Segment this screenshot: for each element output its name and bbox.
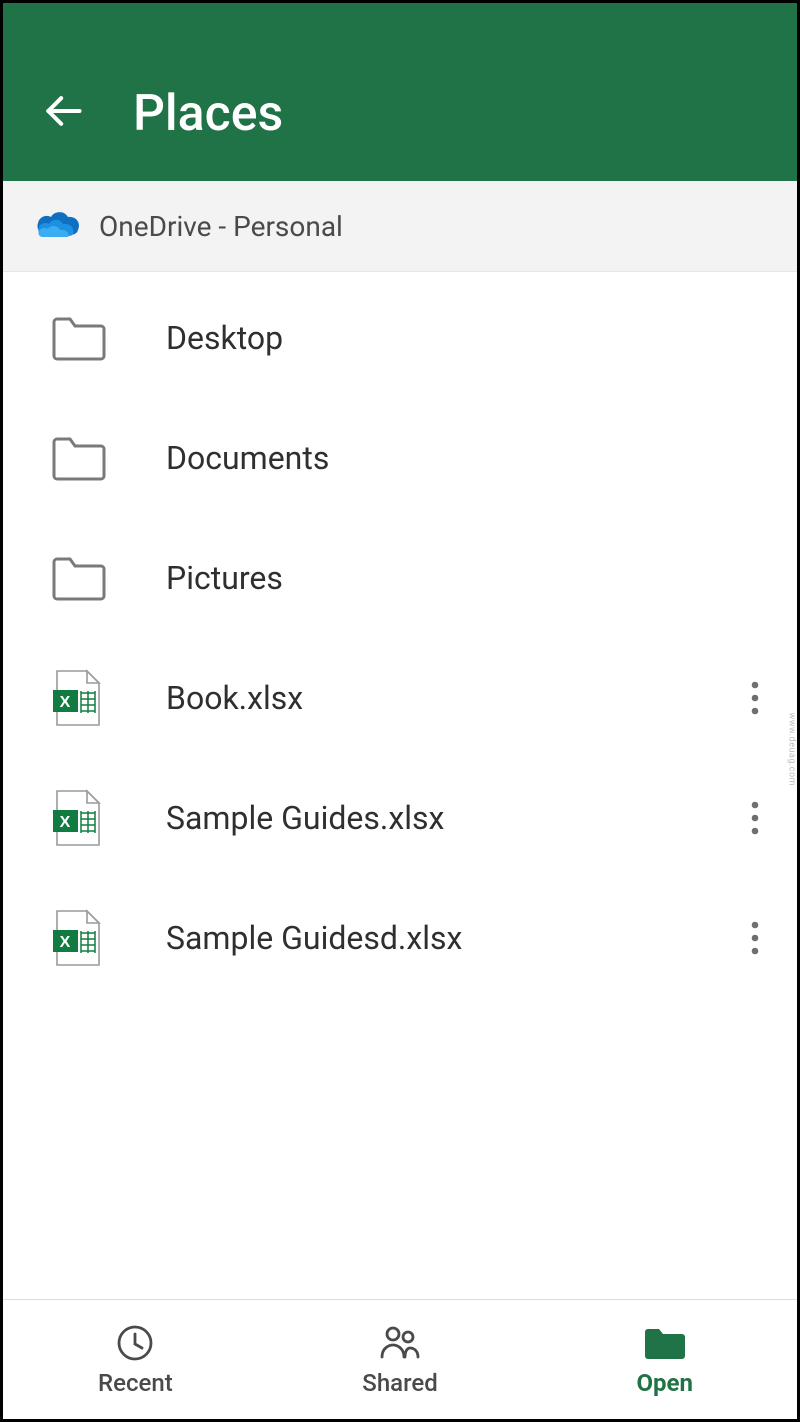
tab-label: Open	[636, 1369, 692, 1397]
file-list: Desktop Documents Pictures X	[3, 272, 797, 1299]
item-label: Sample Guidesd.xlsx	[166, 919, 713, 957]
more-options-button[interactable]	[713, 801, 797, 835]
tab-shared[interactable]: Shared	[268, 1300, 533, 1419]
tab-recent[interactable]: Recent	[3, 1300, 268, 1419]
tab-open[interactable]: Open	[532, 1300, 797, 1419]
item-label: Book.xlsx	[166, 679, 713, 717]
clock-icon	[115, 1323, 155, 1363]
excel-file-icon: X	[51, 909, 166, 967]
excel-file-icon: X	[51, 789, 166, 847]
svg-text:X: X	[60, 934, 71, 951]
folder-icon	[51, 555, 166, 601]
item-label: Documents	[166, 439, 797, 477]
list-item[interactable]: Desktop	[3, 278, 797, 398]
more-options-button[interactable]	[713, 681, 797, 715]
excel-file-icon: X	[51, 669, 166, 727]
list-item[interactable]: X Sample Guidesd.xlsx	[3, 878, 797, 998]
more-vertical-icon	[751, 921, 759, 955]
app-header: Places	[3, 3, 797, 181]
list-item[interactable]: X Book.xlsx	[3, 638, 797, 758]
list-item[interactable]: Pictures	[3, 518, 797, 638]
watermark: www.deuag.com	[786, 712, 796, 786]
more-options-button[interactable]	[713, 921, 797, 955]
tab-label: Shared	[362, 1369, 437, 1397]
back-button[interactable]	[41, 89, 85, 137]
svg-text:X: X	[60, 694, 71, 711]
page-title: Places	[133, 85, 283, 143]
folder-icon	[51, 315, 166, 361]
back-arrow-icon	[41, 89, 85, 133]
list-item[interactable]: Documents	[3, 398, 797, 518]
folder-open-icon	[642, 1323, 688, 1363]
item-label: Pictures	[166, 559, 797, 597]
location-label: OneDrive - Personal	[99, 210, 343, 243]
tab-label: Recent	[98, 1369, 173, 1397]
folder-icon	[51, 435, 166, 481]
item-label: Desktop	[166, 319, 797, 357]
list-item[interactable]: X Sample Guides.xlsx	[3, 758, 797, 878]
shared-icon	[378, 1323, 422, 1363]
svg-text:X: X	[60, 814, 71, 831]
onedrive-icon	[33, 207, 83, 245]
bottom-nav: Recent Shared Open	[3, 1299, 797, 1419]
more-vertical-icon	[751, 681, 759, 715]
item-label: Sample Guides.xlsx	[166, 799, 713, 837]
more-vertical-icon	[751, 801, 759, 835]
location-bar[interactable]: OneDrive - Personal	[3, 181, 797, 272]
